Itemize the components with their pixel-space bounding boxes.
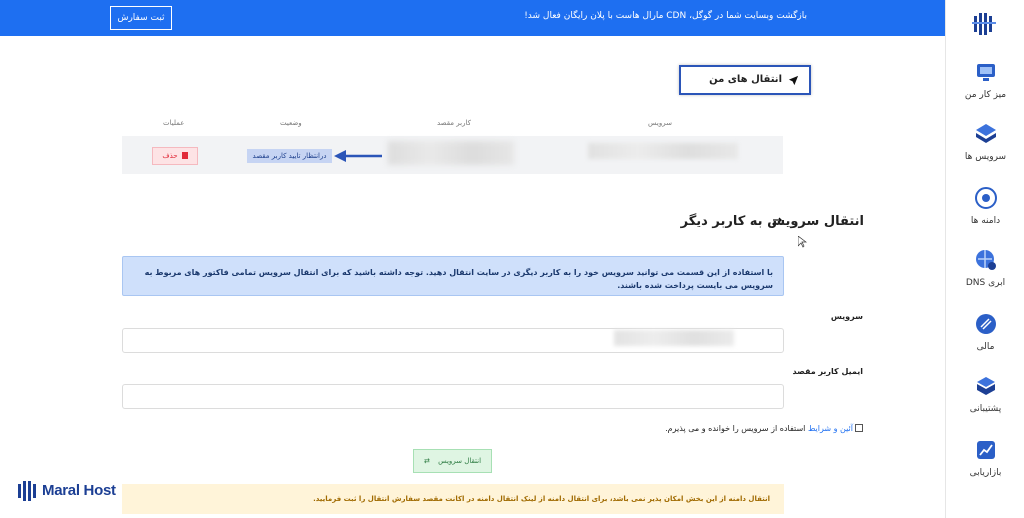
delete-transfer-button[interactable]: حذف — [152, 147, 198, 165]
maral-host-logo-icon — [18, 481, 36, 501]
service-label: سرویس — [830, 312, 863, 321]
sidebar-item-finance[interactable]: مالی — [946, 312, 1024, 352]
domains-icon — [974, 187, 997, 209]
cloud-dns-icon — [975, 250, 996, 270]
sidebar-item-label: پشتیبانی — [969, 404, 1002, 414]
sidebar-item-marketing[interactable]: بازاریابی — [946, 438, 1024, 478]
sidebar-item-support[interactable]: پشتیبانی — [946, 374, 1024, 414]
terms-checkbox[interactable] — [855, 424, 863, 432]
maral-logo-icon[interactable] — [972, 12, 996, 36]
sidebar-item-label: سرویس ها — [964, 152, 1007, 162]
finance-icon — [975, 314, 996, 334]
swap-icon: ⇄ — [423, 457, 430, 465]
column-header-actions: عملیات — [163, 119, 185, 127]
sidebar-item-label: DNS ابری — [965, 278, 1006, 288]
terms-link[interactable]: آئین و شرایط — [808, 424, 853, 433]
desk-icon — [976, 64, 995, 81]
column-header-status: وضعیت — [280, 119, 302, 127]
pointer-arrow-icon — [334, 150, 382, 162]
warning-alert: انتقال دامنه از این بخش امکان پذیر نمی ب… — [122, 484, 784, 514]
info-text: با استفاده از این قسمت می توانید سرویس خ… — [144, 268, 773, 290]
trash-icon — [181, 152, 188, 159]
brand-name: Maral Host — [42, 482, 116, 499]
sidebar-item-services[interactable]: سرویس ها — [946, 122, 1024, 162]
sidebar-item-cloud-dns[interactable]: DNS ابری — [946, 248, 1024, 288]
submit-label: انتقال سرویس — [438, 457, 482, 465]
transfer-service-button[interactable]: انتقال سرویس ⇄ — [413, 449, 492, 473]
column-header-target-user: کاربر مقصد — [437, 119, 471, 127]
support-icon — [976, 377, 995, 395]
redacted-service-value — [614, 330, 734, 346]
sidebar-item-label: دامنه ها — [970, 216, 1001, 226]
warning-text: انتقال دامنه از این بخش امکان پذیر نمی ب… — [313, 495, 770, 503]
redacted-service — [588, 143, 738, 159]
tab-my-transfers[interactable]: انتقال های من — [679, 65, 811, 95]
tab-label: انتقال های من — [709, 74, 782, 85]
announcement-bar: ثبت سفارش بازگشت وبسایت شما در گوگل، CDN… — [0, 0, 945, 36]
sidebar-item-domains[interactable]: دامنه ها — [946, 186, 1024, 226]
delete-label: حذف — [162, 152, 178, 160]
order-button[interactable]: ثبت سفارش — [110, 6, 172, 30]
sidebar-item-label: میز کار من — [964, 90, 1007, 100]
status-badge: درانتظار تایید کاربر مقصد — [247, 149, 332, 163]
section-title: انتقال سرویس به کاربر دیگر — [680, 214, 864, 229]
send-icon — [788, 75, 799, 86]
redacted-target-user — [388, 141, 514, 165]
info-alert: با استفاده از این قسمت می توانید سرویس خ… — [122, 256, 784, 296]
sidebar-item-label: بازاریابی — [969, 468, 1002, 478]
mouse-cursor-icon — [798, 236, 807, 248]
marketing-icon — [976, 441, 995, 459]
sidebar: میز کار من سرویس ها دامنه ها DNS ابری ما… — [945, 0, 1024, 518]
terms-agreement: آئین و شرایط استفاده از سرویس را خوانده … — [665, 424, 863, 433]
sidebar-item-desk[interactable]: میز کار من — [946, 60, 1024, 100]
target-email-field[interactable] — [122, 384, 784, 409]
email-label: ایمیل کاربر مقصد — [792, 367, 863, 376]
services-icon — [975, 124, 996, 143]
column-header-service: سرویس — [648, 119, 672, 127]
announcement-text: بازگشت وبسایت شما در گوگل، CDN مارال هاس… — [524, 11, 807, 21]
sidebar-item-label: مالی — [976, 342, 995, 352]
terms-text: استفاده از سرویس را خوانده و می پذیرم. — [665, 424, 806, 433]
